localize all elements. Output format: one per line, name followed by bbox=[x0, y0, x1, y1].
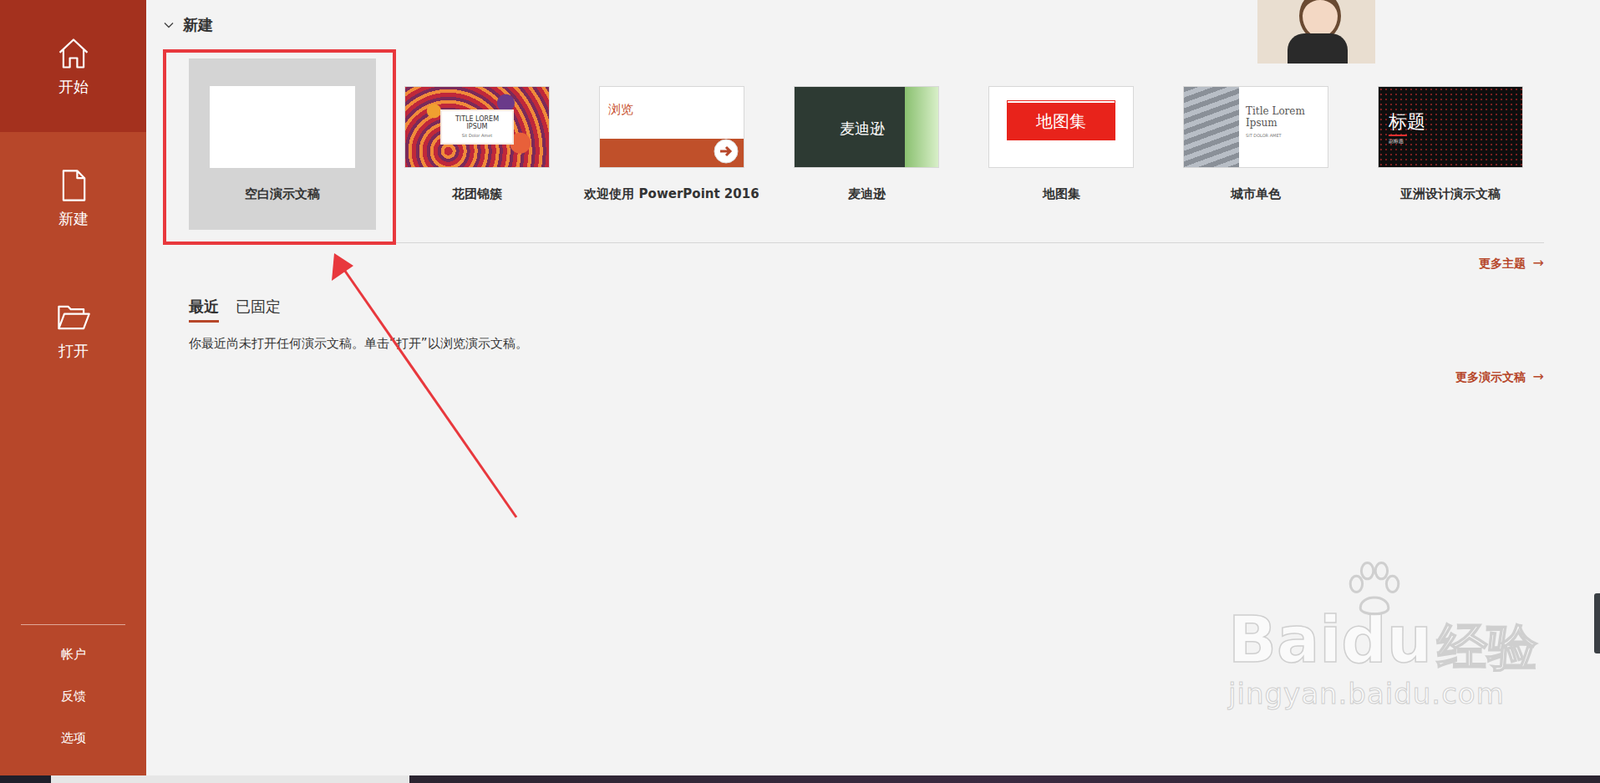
sidebar-item[interactable]: 开始 bbox=[0, 0, 147, 133]
watermark: Bai du经验jingyan.baidu.com bbox=[1228, 608, 1538, 711]
template-card[interactable]: TITLE LOREM IPSUMSit Dolor Amet花团锦簇 bbox=[383, 58, 571, 230]
folder-icon bbox=[55, 299, 92, 336]
annotation-arrow-icon bbox=[0, 0, 1600, 783]
more-themes-link[interactable]: 更多主题 → bbox=[1478, 254, 1545, 272]
sidebar-footer-item[interactable]: 帐户 bbox=[0, 633, 147, 676]
more-presentations-link[interactable]: 更多演示文稿 → bbox=[1455, 368, 1545, 386]
scrollbar-thumb[interactable] bbox=[1594, 593, 1600, 654]
recent-tabs: 最近已固定 bbox=[188, 296, 1545, 323]
template-thumbnail: 标题副标题 bbox=[1377, 86, 1524, 168]
template-thumbnail: 地图集 bbox=[988, 86, 1134, 168]
avatar-picture bbox=[1257, 0, 1376, 64]
sidebar-footer-item[interactable]: 反馈 bbox=[0, 675, 147, 717]
taskbar-strip bbox=[0, 775, 1600, 783]
template-card[interactable]: 浏览欢迎使用 PowerPoint 2016 bbox=[578, 58, 766, 230]
powerpoint-start-screen: 开始新建打开帐户反馈选项新建空白演示文稿TITLE LOREM IPSUMSit… bbox=[0, 0, 1600, 783]
template-card[interactable]: 空白演示文稿 bbox=[188, 58, 376, 230]
start-content: 新建空白演示文稿TITLE LOREM IPSUMSit Dolor Amet花… bbox=[146, 0, 1600, 776]
annotation-box bbox=[162, 49, 397, 245]
chevron-icon bbox=[162, 19, 175, 31]
tab[interactable]: 最近 bbox=[188, 296, 219, 323]
new-file-icon bbox=[55, 167, 92, 204]
sidebar-footer-item[interactable]: 选项 bbox=[0, 716, 147, 759]
template-thumbnail: TITLE LOREM IPSUMSit Dolor Amet bbox=[404, 86, 550, 168]
paw-icon bbox=[1344, 559, 1405, 620]
template-card[interactable]: Title Lorem IpsumSIT DOLOR AMET城市单色 bbox=[1162, 58, 1350, 230]
arrow-circle-icon bbox=[713, 138, 739, 164]
template-card[interactable]: 麦迪逊麦迪逊 bbox=[772, 58, 960, 230]
sidebar-item[interactable]: 新建 bbox=[0, 132, 147, 265]
sidebar: 开始新建打开帐户反馈选项 bbox=[0, 0, 147, 776]
sidebar-item[interactable]: 打开 bbox=[0, 264, 147, 397]
template-thumbnail: Title Lorem IpsumSIT DOLOR AMET bbox=[1183, 86, 1329, 168]
sidebar-divider bbox=[20, 624, 126, 625]
template-card[interactable]: 地图集地图集 bbox=[967, 58, 1155, 230]
template-thumbnail: 麦迪逊 bbox=[793, 86, 940, 168]
empty-message: 你最近尚未打开任何演示文稿。单击“打开”以浏览演示文稿。 bbox=[188, 335, 1545, 352]
tab[interactable]: 已固定 bbox=[235, 296, 281, 323]
template-thumbnail: 浏览 bbox=[599, 86, 745, 168]
template-list: 空白演示文稿TITLE LOREM IPSUMSit Dolor Amet花团锦… bbox=[188, 58, 1545, 230]
template-card[interactable]: 标题副标题亚洲设计演示文稿 bbox=[1356, 58, 1545, 230]
home-icon bbox=[55, 35, 92, 72]
template-thumbnail bbox=[209, 86, 356, 168]
